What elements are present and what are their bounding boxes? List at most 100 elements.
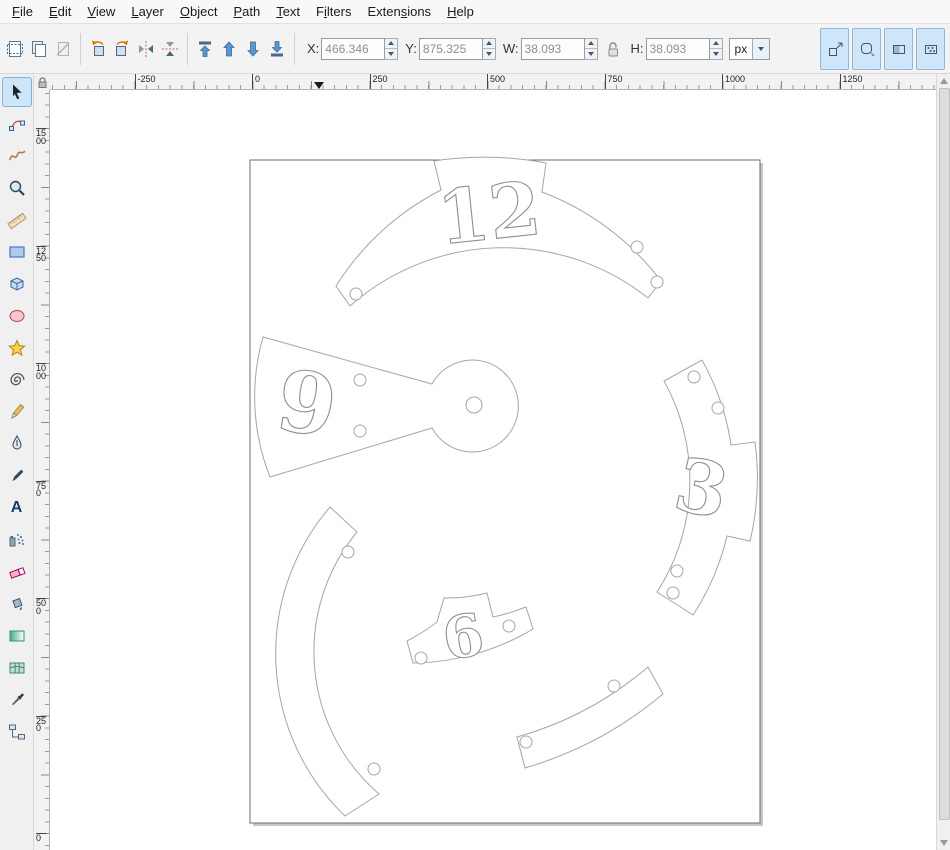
tool-text-button[interactable]: A [2, 493, 32, 523]
tool-eraser-button[interactable] [2, 557, 32, 587]
tool-bezier-pen-button[interactable] [2, 429, 32, 459]
menu-file[interactable]: File [4, 1, 41, 22]
rotate-cw-button[interactable] [110, 37, 134, 61]
tool-selector-button[interactable] [2, 77, 32, 107]
vertical-ruler[interactable]: 1500 1250 1000 750 500 250 0 [34, 90, 50, 850]
select-all-layers-button[interactable] [27, 37, 51, 61]
screw-hole[interactable] [651, 276, 663, 288]
transform-patterns-icon [923, 41, 939, 57]
tool-pencil-button[interactable] [2, 397, 32, 427]
vertical-scrollbar[interactable] [936, 74, 950, 850]
raise-to-top-icon [195, 39, 215, 59]
tool-zoom-button[interactable] [2, 173, 32, 203]
tool-rectangle-button[interactable] [2, 237, 32, 267]
menu-object[interactable]: Object [172, 1, 226, 22]
rotate-ccw-button[interactable] [86, 37, 110, 61]
tool-connector-button[interactable] [2, 717, 32, 747]
menu-layer[interactable]: Layer [123, 1, 172, 22]
rotate-cw-icon [112, 39, 132, 59]
h-input[interactable] [646, 38, 710, 60]
tool-node-editor-button[interactable] [2, 109, 32, 139]
menu-edit[interactable]: Edit [41, 1, 79, 22]
dropdown-arrow-icon[interactable] [752, 39, 769, 59]
tool-mesh-gradient-button[interactable] [2, 653, 32, 683]
ruler-label: 1250 [36, 246, 46, 263]
units-combo[interactable]: px [729, 38, 771, 60]
tool-dropper-button[interactable] [2, 685, 32, 715]
numeral-12[interactable]: 12 [434, 166, 545, 262]
screw-hole[interactable] [354, 425, 366, 437]
ruler-label: 250 [36, 716, 46, 733]
screw-hole[interactable] [342, 546, 354, 558]
scale-stroke-toggle[interactable] [820, 28, 849, 70]
menu-label: ions [407, 4, 431, 19]
screw-hole[interactable] [671, 565, 683, 577]
menu-view[interactable]: View [79, 1, 123, 22]
flip-vertical-button[interactable] [158, 37, 182, 61]
menu-mnemonic: V [87, 4, 95, 19]
drawing[interactable]: 12 9 3 6 [50, 90, 936, 850]
y-input[interactable] [419, 38, 483, 60]
menu-path[interactable]: Path [225, 1, 268, 22]
lock-dimensions-button[interactable] [606, 40, 620, 58]
screw-hole[interactable] [667, 587, 679, 599]
hub-center-hole[interactable] [466, 397, 482, 413]
tool-3d-box-button[interactable] [2, 269, 32, 299]
screw-hole[interactable] [520, 736, 532, 748]
raise-to-top-button[interactable] [193, 37, 217, 61]
w-spinner[interactable] [585, 38, 598, 60]
menu-label: ile [20, 4, 33, 19]
screw-hole[interactable] [350, 288, 362, 300]
scroll-up-icon[interactable] [940, 78, 948, 84]
raise-button[interactable] [217, 37, 241, 61]
menu-help[interactable]: Help [439, 1, 482, 22]
tool-measure-button[interactable] [2, 205, 32, 235]
tool-gradient-button[interactable] [2, 621, 32, 651]
text-tool-icon: A [11, 500, 23, 516]
lower-button[interactable] [241, 37, 265, 61]
lower-to-bottom-icon [267, 39, 287, 59]
menu-filters[interactable]: Filters [308, 1, 359, 22]
ruler-label: 1500 [36, 128, 46, 145]
h-spinner[interactable] [710, 38, 723, 60]
toolbar-separator [187, 33, 188, 65]
flip-horizontal-button[interactable] [134, 37, 158, 61]
dropper-icon [7, 690, 27, 710]
tool-tweak-button[interactable] [2, 141, 32, 171]
lower-to-bottom-button[interactable] [265, 37, 289, 61]
menu-mnemonic: P [233, 4, 242, 19]
tool-star-button[interactable] [2, 333, 32, 363]
tool-ellipse-button[interactable] [2, 301, 32, 331]
y-spinner[interactable] [483, 38, 496, 60]
canvas-area[interactable]: 12 9 3 6 [50, 90, 936, 850]
menu-label: Exten [367, 4, 400, 19]
menu-extensions[interactable]: Extensions [359, 1, 439, 22]
tool-spray-button[interactable] [2, 525, 32, 555]
screw-hole[interactable] [354, 374, 366, 386]
menu-text[interactable]: Text [268, 1, 308, 22]
screw-hole[interactable] [415, 652, 427, 664]
tool-calligraphy-button[interactable] [2, 461, 32, 491]
horizontal-ruler[interactable]: -250 0 250 500 750 1000 1250 [50, 74, 936, 90]
x-spinner[interactable] [385, 38, 398, 60]
w-input[interactable] [521, 38, 585, 60]
x-input[interactable] [321, 38, 385, 60]
screw-hole[interactable] [368, 763, 380, 775]
select-all-button[interactable] [3, 37, 27, 61]
screw-hole[interactable] [688, 371, 700, 383]
deselect-button[interactable] [51, 37, 75, 61]
scroll-down-icon[interactable] [940, 840, 948, 846]
transform-gradients-toggle[interactable] [884, 28, 913, 70]
transform-patterns-toggle[interactable] [916, 28, 945, 70]
screw-hole[interactable] [608, 680, 620, 692]
units-value: px [730, 42, 753, 56]
screw-hole[interactable] [503, 620, 515, 632]
lock-guides-button[interactable] [34, 74, 50, 90]
scale-corners-toggle[interactable] [852, 28, 881, 70]
screw-hole[interactable] [712, 402, 724, 414]
screw-hole[interactable] [631, 241, 643, 253]
tool-spiral-button[interactable] [2, 365, 32, 395]
scrollbar-thumb[interactable] [939, 88, 950, 820]
menu-mnemonic: E [49, 4, 58, 19]
tool-paint-bucket-button[interactable] [2, 589, 32, 619]
